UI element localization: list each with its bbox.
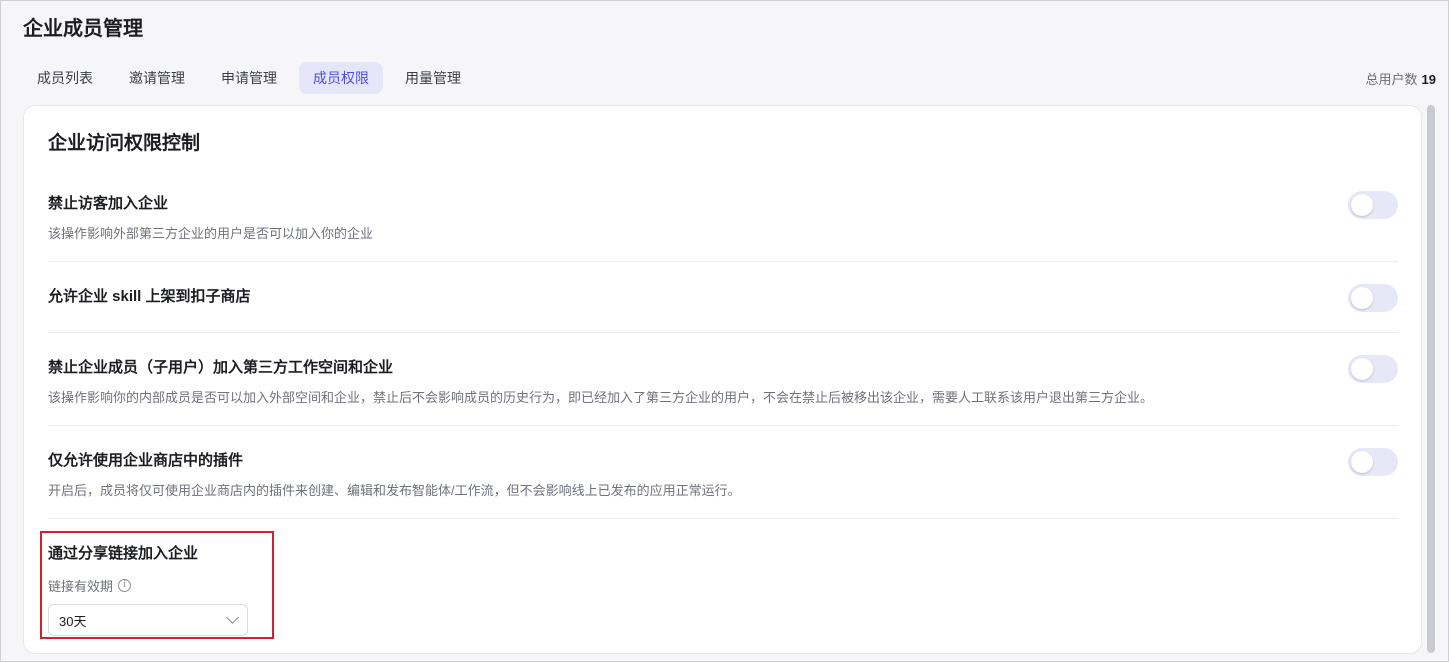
- highlight-box: [40, 531, 274, 639]
- toggle-knob: [1351, 287, 1373, 309]
- tab-usage-management[interactable]: 用量管理: [391, 62, 475, 94]
- ban-guests-toggle[interactable]: [1348, 191, 1398, 219]
- setting-title: 禁止访客加入企业: [48, 195, 169, 212]
- setting-title: 允许企业 skill 上架到扣子商店: [48, 288, 251, 305]
- setting-row-store-plugins-only: 仅允许使用企业商店中的插件 开启后，成员将仅可使用企业商店内的插件来创建、编辑和…: [48, 448, 1398, 519]
- page-title: 企业成员管理: [23, 18, 143, 40]
- setting-row-ban-guests: 禁止访客加入企业 该操作影响外部第三方企业的用户是否可以加入你的企业: [48, 191, 1398, 262]
- skill-store-toggle[interactable]: [1348, 284, 1398, 312]
- store-plugins-only-toggle[interactable]: [1348, 448, 1398, 476]
- toggle-knob: [1351, 451, 1373, 473]
- window-frame: 企业成员管理 成员列表 邀请管理 申请管理 成员权限 用量管理 总用户数 19 企…: [0, 0, 1449, 662]
- ban-members-external-toggle[interactable]: [1348, 355, 1398, 383]
- section-title: 企业访问权限控制: [48, 133, 201, 154]
- toggle-knob: [1351, 194, 1373, 216]
- total-users-label: 总用户数: [1365, 72, 1418, 87]
- setting-desc: 开启后，成员将仅可使用企业商店内的插件来创建、编辑和发布智能体/工作流，但不会影…: [48, 483, 741, 498]
- toggle-knob: [1351, 358, 1373, 380]
- setting-desc: 该操作影响外部第三方企业的用户是否可以加入你的企业: [48, 226, 374, 241]
- setting-row-ban-members-external: 禁止企业成员（子用户）加入第三方工作空间和企业 该操作影响你的内部成员是否可以加…: [48, 355, 1398, 426]
- total-users: 总用户数 19: [1366, 69, 1436, 88]
- tab-invite-management[interactable]: 邀请管理: [115, 62, 199, 94]
- scrollbar-thumb[interactable]: [1427, 105, 1435, 653]
- setting-title: 禁止企业成员（子用户）加入第三方工作空间和企业: [48, 359, 394, 376]
- tab-member-list[interactable]: 成员列表: [23, 62, 107, 94]
- setting-title: 仅允许使用企业商店中的插件: [48, 452, 244, 469]
- scrollbar[interactable]: [1426, 105, 1436, 653]
- setting-row-skill-store: 允许企业 skill 上架到扣子商店: [48, 284, 1398, 333]
- tab-bar: 成员列表 邀请管理 申请管理 成员权限 用量管理: [23, 62, 475, 94]
- setting-desc: 该操作影响你的内部成员是否可以加入外部空间和企业，禁止后不会影响成员的历史行为，…: [48, 390, 1154, 405]
- tab-member-permissions[interactable]: 成员权限: [299, 62, 383, 94]
- tab-application-management[interactable]: 申请管理: [207, 62, 291, 94]
- total-users-count: 19: [1421, 72, 1436, 87]
